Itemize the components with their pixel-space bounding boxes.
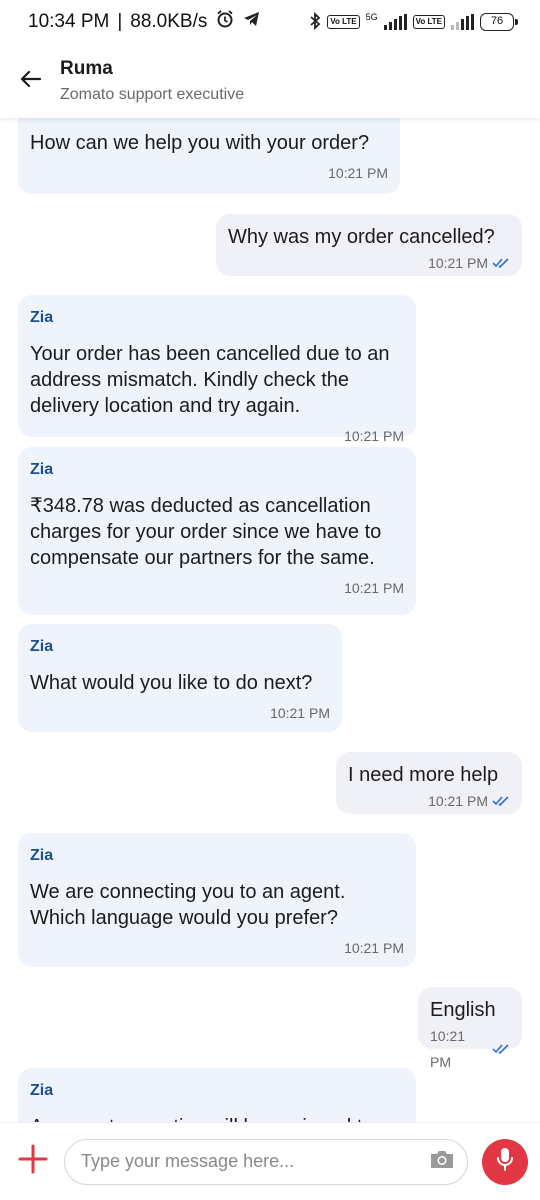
- message-incoming: Zia What would you like to do next? 10:2…: [18, 624, 342, 732]
- chat-header: Ruma Zomato support executive: [0, 44, 540, 118]
- message-time: 10:21 PM: [344, 940, 404, 956]
- message-text: Your order has been cancelled due to an …: [30, 343, 390, 417]
- volte-badge-2: Vo LTE: [412, 15, 445, 29]
- message-sender: Zia: [30, 638, 54, 655]
- message-time: 10:21 PM: [430, 1028, 466, 1070]
- message-incoming: Zia We are connecting you to an agent. W…: [18, 833, 416, 967]
- message-input[interactable]: [81, 1151, 429, 1172]
- signal-icon: [383, 14, 407, 30]
- status-bar: 10:34 PM | 88.0KB/s Vo LTE 5G Vo LTE 76: [0, 0, 540, 44]
- message-composer: [0, 1122, 540, 1200]
- signal-icon-2: [451, 14, 474, 30]
- message-text: ₹348.78 was deducted as cancellation cha…: [30, 495, 382, 569]
- telegram-icon: [243, 10, 261, 34]
- bluetooth-icon: [309, 11, 321, 33]
- contact-subtitle: Zomato support executive: [60, 86, 245, 103]
- message-time: 10:21 PM: [344, 580, 404, 596]
- message-time: 10:21 PM: [328, 165, 388, 181]
- message-sender: Zia: [30, 309, 54, 326]
- message-outgoing: English 10:21 PM: [418, 987, 522, 1070]
- double-check-icon: [492, 788, 510, 814]
- back-button[interactable]: [0, 44, 60, 118]
- message-incoming: Zia A support executive will be assigned…: [18, 1068, 416, 1122]
- double-check-icon: [492, 250, 510, 276]
- camera-icon[interactable]: [429, 1148, 455, 1175]
- message-text: I need more help: [348, 764, 499, 786]
- attach-button[interactable]: [16, 1144, 50, 1179]
- status-time: 10:34 PM: [28, 11, 110, 32]
- message-time: 10:21 PM: [428, 255, 488, 271]
- message-sender: Zia: [30, 461, 54, 478]
- message-text: What would you like to do next?: [30, 672, 313, 694]
- message-text: How can we help you with your order?: [30, 132, 370, 154]
- network-5g-label: 5G: [365, 11, 378, 22]
- double-check-icon: [492, 1036, 510, 1062]
- message-text: A support executive will be assigned to: [30, 1114, 404, 1122]
- plus-icon: [18, 1144, 48, 1179]
- volte-badge: Vo LTE: [327, 15, 360, 29]
- contact-name: Ruma: [60, 58, 113, 79]
- chat-thread[interactable]: How can we help you with your order? 10:…: [0, 118, 540, 1122]
- message-time: 10:21 PM: [428, 793, 488, 809]
- message-time: 10:21 PM: [344, 428, 404, 444]
- message-outgoing: Why was my order cancelled? 10:21 PM: [216, 214, 522, 276]
- message-text: Why was my order cancelled?: [228, 226, 495, 248]
- alarm-icon: [215, 9, 235, 35]
- message-sender: Zia: [30, 847, 54, 864]
- message-input-wrapper: [64, 1138, 468, 1185]
- message-incoming: Zia ₹348.78 was deducted as cancellation…: [18, 447, 416, 615]
- message-outgoing: I need more help 10:21 PM: [336, 752, 522, 814]
- microphone-icon: [496, 1147, 514, 1176]
- message-text: We are connecting you to an agent. Which…: [30, 881, 346, 929]
- message-sender: Zia: [30, 1082, 54, 1099]
- message-incoming: How can we help you with your order? 10:…: [18, 118, 400, 194]
- message-time: 10:21 PM: [270, 705, 330, 721]
- arrow-left-icon: [19, 70, 42, 93]
- message-text: English: [430, 999, 496, 1021]
- battery-icon: 76: [480, 13, 518, 31]
- message-incoming: Zia Your order has been cancelled due to…: [18, 295, 416, 444]
- voice-record-button[interactable]: [482, 1138, 528, 1185]
- status-speed: 88.0KB/s: [130, 11, 208, 32]
